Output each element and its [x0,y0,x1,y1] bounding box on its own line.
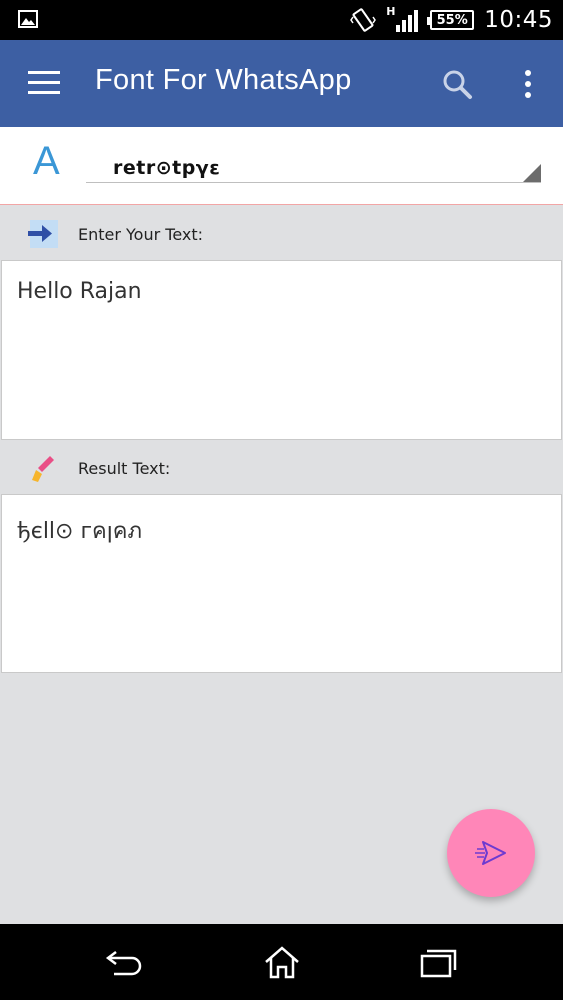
app-title: Font For WhatsApp [95,64,352,96]
search-icon[interactable] [441,68,473,100]
send-icon [475,841,506,865]
font-dropdown[interactable]: retr⊙tpγε [86,155,541,183]
signal-icon [396,10,419,32]
selected-font: retr⊙tpγε [113,157,221,179]
home-icon[interactable] [262,944,302,980]
input-text-area[interactable]: Hello Rajan [1,260,562,440]
result-text-area[interactable]: ђєll⊙ гคןคภ [1,494,562,673]
recents-icon[interactable] [418,944,458,980]
app-bar: Font For WhatsApp [0,40,563,127]
image-icon [18,10,38,28]
clock: 10:45 [484,7,553,33]
status-bar: H 55% 10:45 [0,0,563,40]
font-selector-row: A retr⊙tpγε [0,127,563,205]
more-vert-icon[interactable] [519,68,537,100]
nav-bar [0,924,563,1000]
input-text-value: Hello Rajan [17,279,142,304]
result-section-header: Result Text: [0,440,563,494]
vibrate-icon [350,8,377,32]
result-text-value: ђєll⊙ гคןคภ [17,519,142,544]
arrow-right-icon [28,220,58,248]
brush-icon [32,456,54,482]
battery-level: 55% [436,12,468,28]
input-label: Enter Your Text: [78,225,204,244]
dropdown-arrow-icon [523,164,541,182]
input-section-header: Enter Your Text: [0,206,563,260]
back-icon[interactable] [104,944,144,980]
result-label: Result Text: [78,459,171,478]
battery-indicator: 55% [427,10,475,30]
menu-icon[interactable] [28,70,60,96]
font-icon: A [33,139,60,183]
send-button[interactable] [447,809,535,897]
